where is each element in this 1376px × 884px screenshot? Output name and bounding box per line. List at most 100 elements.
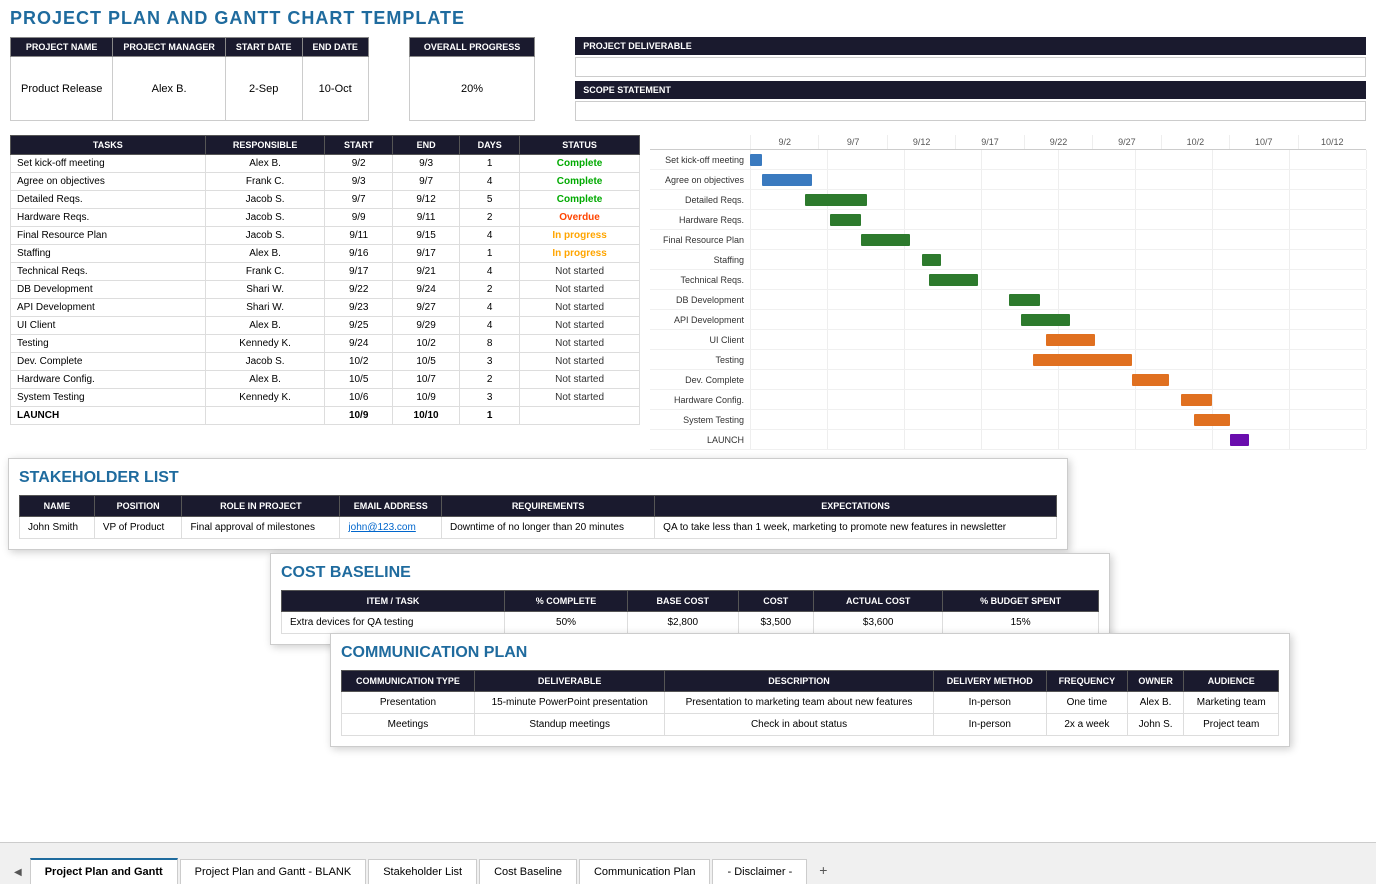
gantt-row: API Development bbox=[650, 310, 1366, 330]
comm-row: Presentation 15-minute PowerPoint presen… bbox=[342, 692, 1279, 714]
tab-item[interactable]: Cost Baseline bbox=[479, 859, 577, 884]
task-end: 9/12 bbox=[392, 191, 459, 209]
gantt-row: DB Development bbox=[650, 290, 1366, 310]
task-status: Not started bbox=[520, 335, 640, 353]
task-responsible: Kennedy K. bbox=[205, 389, 325, 407]
task-responsible: Jacob S. bbox=[205, 191, 325, 209]
gantt-row: Agree on objectives bbox=[650, 170, 1366, 190]
gantt-date-label: 9/12 bbox=[887, 135, 955, 149]
task-status: Not started bbox=[520, 317, 640, 335]
task-row: Staffing Alex B. 9/16 9/17 1 In progress bbox=[11, 245, 640, 263]
comm-deliverable: 15-minute PowerPoint presentation bbox=[474, 692, 665, 714]
task-row: DB Development Shari W. 9/22 9/24 2 Not … bbox=[11, 281, 640, 299]
gantt-row: Dev. Complete bbox=[650, 370, 1366, 390]
col-tasks: TASKS bbox=[11, 136, 206, 155]
task-responsible: Frank C. bbox=[205, 173, 325, 191]
stakeholder-table: NAMEPOSITIONROLE IN PROJECTEMAIL ADDRESS… bbox=[19, 495, 1057, 539]
project-name-header: PROJECT NAME bbox=[11, 38, 113, 57]
gantt-bar bbox=[1009, 294, 1040, 306]
task-days: 4 bbox=[460, 317, 520, 335]
gantt-row-bars bbox=[750, 290, 1366, 309]
tab-item[interactable]: - Disclaimer - bbox=[712, 859, 807, 884]
cost-card: COST BASELINE ITEM / TASK% COMPLETEBASE … bbox=[270, 553, 1110, 645]
tab-item[interactable]: Project Plan and Gantt - BLANK bbox=[180, 859, 367, 884]
bottom-section: STAKEHOLDER LIST NAMEPOSITIONROLE IN PRO… bbox=[0, 458, 1376, 798]
project-manager-header: PROJECT MANAGER bbox=[113, 38, 226, 57]
gantt-bar bbox=[1181, 394, 1212, 406]
gantt-row-label: API Development bbox=[650, 315, 750, 325]
deliverable-label: PROJECT DELIVERABLE bbox=[575, 37, 1366, 55]
task-days: 3 bbox=[460, 353, 520, 371]
task-row: Technical Reqs. Frank C. 9/17 9/21 4 Not… bbox=[11, 263, 640, 281]
tab-add-button[interactable]: + bbox=[809, 856, 837, 884]
gantt-date-label: 9/27 bbox=[1092, 135, 1160, 149]
comm-owner: John S. bbox=[1127, 714, 1184, 736]
comm-method: In-person bbox=[933, 692, 1046, 714]
task-row: UI Client Alex B. 9/25 9/29 4 Not starte… bbox=[11, 317, 640, 335]
task-days: 1 bbox=[460, 245, 520, 263]
task-start: 9/17 bbox=[325, 263, 392, 281]
tab-item[interactable]: Project Plan and Gantt bbox=[30, 858, 178, 884]
tab-nav-left[interactable]: ◀ bbox=[10, 861, 26, 884]
gantt-date-label: 10/7 bbox=[1229, 135, 1297, 149]
comm-col-header: DELIVERY METHOD bbox=[933, 671, 1046, 692]
cost-col-header: % COMPLETE bbox=[504, 591, 627, 612]
stakeholder-expectations: QA to take less than 1 week, marketing t… bbox=[655, 517, 1057, 539]
task-status: Complete bbox=[520, 155, 640, 173]
cost-cost: $3,500 bbox=[738, 612, 814, 634]
task-row: API Development Shari W. 9/23 9/27 4 Not… bbox=[11, 299, 640, 317]
gantt-bar bbox=[1194, 414, 1231, 426]
col-responsible: RESPONSIBLE bbox=[205, 136, 325, 155]
tasks-gantt-section: TASKS RESPONSIBLE START END DAYS STATUS … bbox=[10, 135, 1366, 450]
gantt-row-label: LAUNCH bbox=[650, 435, 750, 445]
gantt-date-label: 10/12 bbox=[1298, 135, 1366, 149]
cost-actual-cost: $3,600 bbox=[814, 612, 943, 634]
task-end: 9/29 bbox=[392, 317, 459, 335]
stakeholder-card: STAKEHOLDER LIST NAMEPOSITIONROLE IN PRO… bbox=[8, 458, 1068, 550]
task-days: 1 bbox=[460, 407, 520, 425]
comm-col-header: AUDIENCE bbox=[1184, 671, 1279, 692]
task-start: 10/6 bbox=[325, 389, 392, 407]
scope-label: SCOPE STATEMENT bbox=[575, 81, 1366, 99]
task-end: 9/21 bbox=[392, 263, 459, 281]
stakeholder-col-header: EXPECTATIONS bbox=[655, 496, 1057, 517]
gantt-date-label: 9/7 bbox=[818, 135, 886, 149]
task-days: 3 bbox=[460, 389, 520, 407]
gantt-row: System Testing bbox=[650, 410, 1366, 430]
task-name: UI Client bbox=[11, 317, 206, 335]
task-row: Hardware Reqs. Jacob S. 9/9 9/11 2 Overd… bbox=[11, 209, 640, 227]
gantt-row: Testing bbox=[650, 350, 1366, 370]
tab-item[interactable]: Communication Plan bbox=[579, 859, 711, 884]
task-row: System Testing Kennedy K. 10/6 10/9 3 No… bbox=[11, 389, 640, 407]
task-responsible: Frank C. bbox=[205, 263, 325, 281]
gantt-bar bbox=[1021, 314, 1070, 326]
gantt-bar bbox=[861, 234, 910, 246]
task-status: In progress bbox=[520, 227, 640, 245]
overall-progress-table: OVERALL PROGRESS 20% bbox=[409, 37, 535, 121]
task-end: 9/17 bbox=[392, 245, 459, 263]
task-name: Final Resource Plan bbox=[11, 227, 206, 245]
gantt-row-bars bbox=[750, 310, 1366, 329]
col-days: DAYS bbox=[460, 136, 520, 155]
task-row: Testing Kennedy K. 9/24 10/2 8 Not start… bbox=[11, 335, 640, 353]
bottom-tabs: ◀ Project Plan and GanttProject Plan and… bbox=[0, 842, 1376, 884]
task-days: 4 bbox=[460, 263, 520, 281]
task-responsible: Alex B. bbox=[205, 317, 325, 335]
gantt-row: Final Resource Plan bbox=[650, 230, 1366, 250]
task-start: 10/9 bbox=[325, 407, 392, 425]
gantt-row-label: System Testing bbox=[650, 415, 750, 425]
task-name: Agree on objectives bbox=[11, 173, 206, 191]
gantt-label-spacer bbox=[650, 135, 750, 149]
tasks-table: TASKS RESPONSIBLE START END DAYS STATUS … bbox=[10, 135, 640, 425]
task-end: 10/9 bbox=[392, 389, 459, 407]
gantt-bar bbox=[830, 214, 861, 226]
gantt-row-label: Hardware Reqs. bbox=[650, 215, 750, 225]
scope-content bbox=[575, 101, 1366, 121]
tab-item[interactable]: Stakeholder List bbox=[368, 859, 477, 884]
gantt-bar bbox=[922, 254, 940, 266]
task-name: Dev. Complete bbox=[11, 353, 206, 371]
stakeholder-col-header: ROLE IN PROJECT bbox=[182, 496, 340, 517]
gantt-row: Technical Reqs. bbox=[650, 270, 1366, 290]
gantt-rows: Set kick-off meetingAgree on objectivesD… bbox=[650, 150, 1366, 450]
cost-pct-budget: 15% bbox=[943, 612, 1099, 634]
